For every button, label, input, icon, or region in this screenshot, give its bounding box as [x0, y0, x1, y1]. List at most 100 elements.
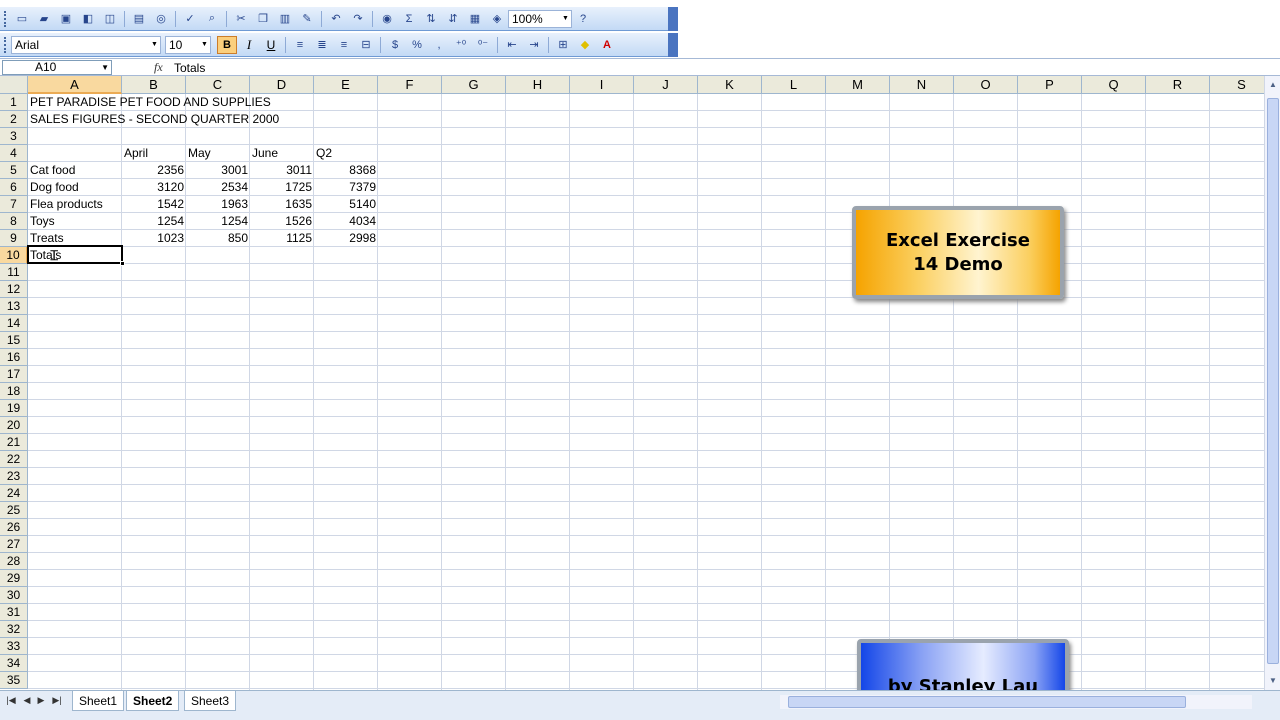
insert-function-button[interactable]: fx — [154, 60, 163, 75]
chart-wizard-icon[interactable]: ▦ — [465, 10, 485, 28]
cell-a6[interactable]: Dog food — [28, 179, 81, 196]
row-header-12[interactable]: 12 — [0, 281, 28, 298]
fill-color-icon[interactable]: ◆ — [575, 36, 595, 54]
cell-b7[interactable]: 1542 — [122, 196, 186, 213]
horizontal-scroll-thumb[interactable] — [788, 696, 1186, 708]
column-header-s[interactable]: S — [1210, 76, 1264, 94]
cut-icon[interactable]: ✂ — [231, 10, 251, 28]
cell-e5[interactable]: 8368 — [314, 162, 378, 179]
chevron-down-icon[interactable]: ▼ — [101, 61, 109, 74]
percent-button[interactable]: % — [407, 36, 427, 54]
font-size-combo[interactable]: 10 ▼ — [165, 35, 211, 54]
paste-icon[interactable]: ▥ — [275, 10, 295, 28]
row-header-24[interactable]: 24 — [0, 485, 28, 502]
spelling-icon[interactable]: ✓ — [180, 10, 200, 28]
cell-b9[interactable]: 1023 — [122, 230, 186, 247]
sort-descending-icon[interactable]: ⇵ — [443, 10, 463, 28]
column-header-r[interactable]: R — [1146, 76, 1210, 94]
cell-d9[interactable]: 1125 — [250, 230, 314, 247]
row-header-11[interactable]: 11 — [0, 264, 28, 281]
cell-d6[interactable]: 1725 — [250, 179, 314, 196]
decrease-indent-icon[interactable]: ⇤ — [502, 36, 522, 54]
row-header-5[interactable]: 5 — [0, 162, 28, 179]
borders-icon[interactable]: ⊞ — [553, 36, 573, 54]
column-header-b[interactable]: B — [122, 76, 186, 94]
autosum-button[interactable]: Σ — [399, 10, 419, 28]
row-header-16[interactable]: 16 — [0, 349, 28, 366]
print-icon[interactable]: ▤ — [129, 10, 149, 28]
column-header-j[interactable]: J — [634, 76, 698, 94]
row-header-22[interactable]: 22 — [0, 451, 28, 468]
zoom-combo[interactable]: 100% ▼ — [508, 9, 572, 28]
vertical-scroll-thumb[interactable] — [1267, 98, 1279, 664]
column-header-h[interactable]: H — [506, 76, 570, 94]
column-header-o[interactable]: O — [954, 76, 1018, 94]
row-header-27[interactable]: 27 — [0, 536, 28, 553]
name-box[interactable]: A10 ▼ — [2, 60, 112, 75]
research-icon[interactable]: ⌕ — [202, 10, 222, 28]
cell-b4[interactable]: April — [122, 145, 150, 162]
row-header-34[interactable]: 34 — [0, 655, 28, 672]
row-header-30[interactable]: 30 — [0, 587, 28, 604]
toolbar-options-icon[interactable] — [668, 7, 678, 31]
fill-handle[interactable] — [120, 261, 125, 266]
increase-indent-icon[interactable]: ⇥ — [524, 36, 544, 54]
cell-a7[interactable]: Flea products — [28, 196, 105, 213]
column-header-d[interactable]: D — [250, 76, 314, 94]
hyperlink-icon[interactable]: ◉ — [377, 10, 397, 28]
toolbar-options-icon[interactable] — [668, 33, 678, 57]
row-header-7[interactable]: 7 — [0, 196, 28, 213]
row-header-25[interactable]: 25 — [0, 502, 28, 519]
cell-c9[interactable]: 850 — [186, 230, 250, 247]
bold-button[interactable]: B — [217, 35, 237, 54]
cell-c4[interactable]: May — [186, 145, 213, 162]
row-header-19[interactable]: 19 — [0, 400, 28, 417]
column-header-g[interactable]: G — [442, 76, 506, 94]
row-header-18[interactable]: 18 — [0, 383, 28, 400]
toolbar-grip[interactable] — [4, 10, 8, 27]
row-header-33[interactable]: 33 — [0, 638, 28, 655]
column-header-f[interactable]: F — [378, 76, 442, 94]
row-header-6[interactable]: 6 — [0, 179, 28, 196]
row-header-15[interactable]: 15 — [0, 332, 28, 349]
select-all-button[interactable] — [0, 76, 28, 94]
next-sheet-icon[interactable]: ▶ — [34, 695, 48, 706]
cell-e6[interactable]: 7379 — [314, 179, 378, 196]
cell-e9[interactable]: 2998 — [314, 230, 378, 247]
cell-b8[interactable]: 1254 — [122, 213, 186, 230]
increase-decimal-icon[interactable]: ⁺⁰ — [451, 36, 471, 54]
cell-a2[interactable]: SALES FIGURES - SECOND QUARTER 2000 — [28, 111, 281, 128]
cell-c7[interactable]: 1963 — [186, 196, 250, 213]
column-header-a[interactable]: A — [28, 76, 122, 94]
cell-b6[interactable]: 3120 — [122, 179, 186, 196]
cell-a8[interactable]: Toys — [28, 213, 57, 230]
redo-icon[interactable]: ↷ — [348, 10, 368, 28]
row-header-14[interactable]: 14 — [0, 315, 28, 332]
email-icon[interactable]: ◫ — [100, 10, 120, 28]
cell-a1[interactable]: PET PARADISE PET FOOD AND SUPPLIES — [28, 94, 273, 111]
row-header-23[interactable]: 23 — [0, 468, 28, 485]
print-preview-icon[interactable]: ◎ — [151, 10, 171, 28]
cell-e7[interactable]: 5140 — [314, 196, 378, 213]
row-header-26[interactable]: 26 — [0, 519, 28, 536]
cell-c5[interactable]: 3001 — [186, 162, 250, 179]
cell-c6[interactable]: 2534 — [186, 179, 250, 196]
row-header-8[interactable]: 8 — [0, 213, 28, 230]
cell-d8[interactable]: 1526 — [250, 213, 314, 230]
last-sheet-icon[interactable]: ▶| — [50, 695, 64, 706]
column-header-q[interactable]: Q — [1082, 76, 1146, 94]
row-header-3[interactable]: 3 — [0, 128, 28, 145]
column-header-c[interactable]: C — [186, 76, 250, 94]
formula-input[interactable]: Totals — [174, 61, 205, 75]
currency-button[interactable]: $ — [385, 36, 405, 54]
column-header-e[interactable]: E — [314, 76, 378, 94]
row-header-13[interactable]: 13 — [0, 298, 28, 315]
worksheet-grid[interactable]: A B C D E F G H I J K L M N O P Q R S 1 2 3 4 5 6 7 8 9 10 11 12 13 14 15… — [0, 76, 1264, 690]
font-color-icon[interactable]: A — [597, 36, 617, 54]
cell-c8[interactable]: 1254 — [186, 213, 250, 230]
row-header-1[interactable]: 1 — [0, 94, 28, 111]
permission-icon[interactable]: ◧ — [78, 10, 98, 28]
save-icon[interactable]: ▣ — [56, 10, 76, 28]
align-left-icon[interactable]: ≡ — [290, 36, 310, 54]
prev-sheet-icon[interactable]: ◀ — [20, 695, 34, 706]
